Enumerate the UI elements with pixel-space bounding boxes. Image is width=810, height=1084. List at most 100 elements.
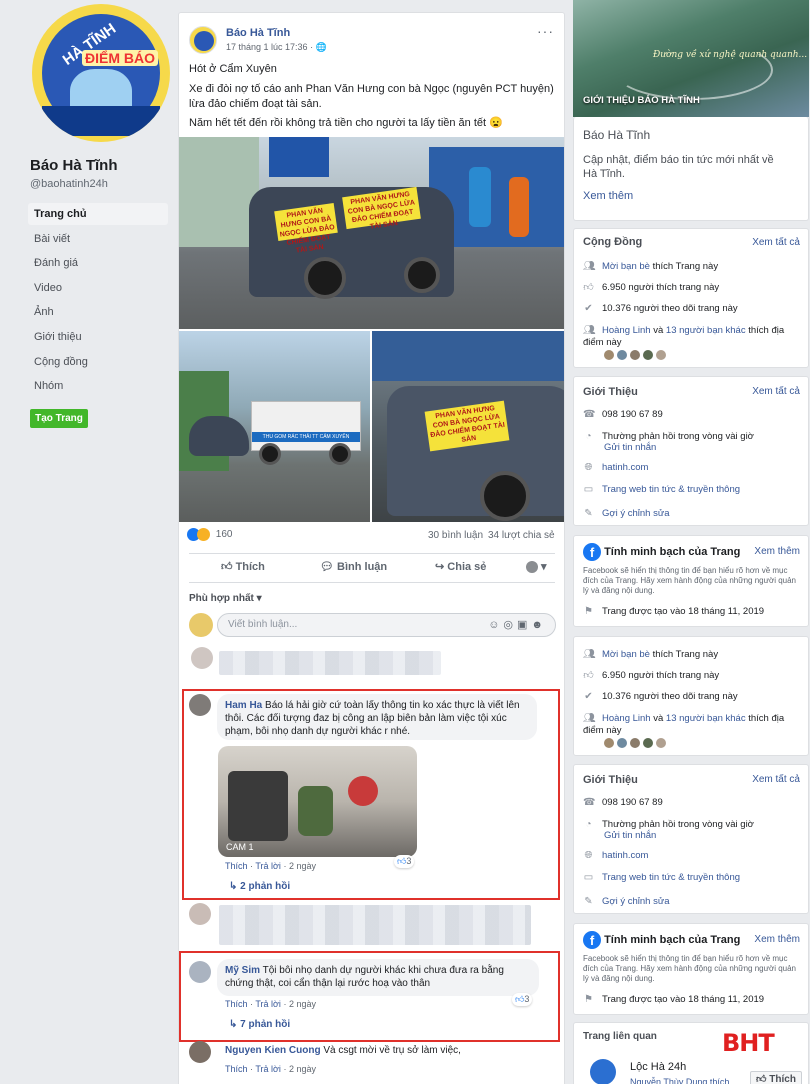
comments-count[interactable]: 30 bình luận xyxy=(428,530,483,541)
share-button[interactable]: ↪ Chia sẻ xyxy=(435,560,486,573)
friend-avatars-2[interactable] xyxy=(604,738,810,752)
haha-reaction-icon[interactable] xyxy=(197,528,210,541)
comment-sort-dropdown[interactable]: Phù hợp nhất ▾ xyxy=(189,593,262,604)
website-link[interactable]: hatinh.com xyxy=(602,462,648,473)
related-page-name[interactable]: Lộc Hà 24h xyxy=(630,1061,750,1073)
comment-input[interactable]: Viết bình luận... ☺◎▣☻ xyxy=(217,613,556,637)
friend-avatars[interactable] xyxy=(604,350,810,364)
related-page-sub[interactable]: Nguyễn Thùy Dung thích xyxy=(630,1076,750,1084)
comment-button[interactable]: 💬︎ Bình luận xyxy=(320,560,387,573)
nav-posts[interactable]: Bài viết xyxy=(28,228,168,250)
send-message-link[interactable]: Gửi tin nhắn xyxy=(604,442,656,453)
other-friends-link[interactable]: 13 người bạn khác xyxy=(666,325,746,336)
nav-home[interactable]: Trang chủ xyxy=(28,203,168,225)
suggest-edits-link-2[interactable]: Gợi ý chỉnh sửa xyxy=(602,896,670,907)
related-like-label: Thích xyxy=(769,1074,796,1084)
cover-video[interactable]: Đường về xứ nghệ quanh quanh... GIỚI THI… xyxy=(573,0,809,117)
view-replies-2[interactable]: ↳ 7 phản hồi xyxy=(229,1019,290,1030)
follow-icon: ✔ xyxy=(584,303,593,314)
send-message-row-2: Gửi tin nhắn xyxy=(604,830,810,842)
comment-like-link-2[interactable]: Thích xyxy=(225,999,248,1009)
comment-likes-2[interactable]: 👍︎3 xyxy=(512,993,533,1006)
post-photo-1[interactable]: PHAN VĂN HƯNG CON BÀ NGỌC LỪA ĐẢO CHIẾM … xyxy=(179,137,564,329)
comment-reply-link-2[interactable]: Trả lời xyxy=(255,999,281,1009)
comment-like-link-1[interactable]: Thích xyxy=(225,861,248,871)
category-link-2[interactable]: Trang web tin tức & truyền thông xyxy=(602,872,740,883)
commenter-avatar-nkc[interactable] xyxy=(189,1041,211,1063)
comment-like-link-3[interactable]: Thích xyxy=(225,1064,248,1074)
comment-attached-image[interactable]: CAM 1 xyxy=(218,746,417,857)
comment-likes-1[interactable]: 👍︎3 xyxy=(394,855,415,868)
shares-count[interactable]: 34 lượt chia sẻ xyxy=(488,530,555,541)
phone-number-2[interactable]: 098 190 67 89 xyxy=(602,797,663,808)
friend-link[interactable]: Hoàng Linh xyxy=(602,325,651,336)
comment-tools-icons[interactable]: ☺◎▣☻ xyxy=(488,614,547,636)
send-message-row: Gửi tin nhắn xyxy=(604,442,810,454)
friends-like-row-2: 👥︎ Hoàng Linh và 13 người bạn khác thích … xyxy=(583,713,801,737)
comment-time-2[interactable]: 2 ngày xyxy=(289,999,316,1009)
intro-see-all-2[interactable]: Xem tất cả xyxy=(752,774,800,785)
intro-title: Giới Thiệu xyxy=(583,386,638,398)
post-photo-2[interactable]: THU GOM RÁC THẢI TT CẨM XUYÊN xyxy=(179,331,370,522)
other-friends-link-2[interactable]: 13 người bạn khác xyxy=(666,713,746,724)
current-user-avatar[interactable] xyxy=(189,613,213,637)
comment-text-2: Tội bôi nhọ danh dự người khác khi chưa … xyxy=(225,965,504,989)
comment-reply-link-3[interactable]: Trả lời xyxy=(255,1064,281,1074)
comment-bubble-1: Ham Ha Báo lá hải giờ cứ toàn lấy thông … xyxy=(217,694,537,740)
about-summary-card: Báo Hà Tĩnh Cập nhật, điểm báo tin tức m… xyxy=(573,117,809,221)
reply-arrow-icon: ↳ xyxy=(229,881,241,892)
nav-videos[interactable]: Video xyxy=(28,277,168,299)
nav-photos[interactable]: Ảnh xyxy=(28,301,168,323)
reaction-count[interactable]: 160 xyxy=(216,529,233,540)
globe-icon-2: 🌐︎ xyxy=(584,462,593,473)
nav-reviews[interactable]: Đánh giá xyxy=(28,252,168,274)
post-author-avatar[interactable] xyxy=(189,26,217,54)
page-logo[interactable]: HÀ TĨNH ĐIỂM BÁO xyxy=(32,4,170,142)
likes-row-2: 👍︎ 6.950 người thích trang này xyxy=(583,670,801,682)
commenter-avatar-ham-ha[interactable] xyxy=(189,694,211,716)
view-replies-1[interactable]: ↳ 2 phản hồi xyxy=(229,881,290,892)
commenter-name-2[interactable]: Mỹ Sim xyxy=(225,965,260,976)
post-text-line-2: Xe đi đòi nợ tố cáo anh Phan Văn Hưng co… xyxy=(189,83,554,110)
post-timestamp[interactable]: 17 tháng 1 lúc 17:36 · 🌐 xyxy=(226,42,327,53)
invite-friends-link[interactable]: Mời bạn bè xyxy=(602,261,650,272)
comment-time-1[interactable]: 2 ngày xyxy=(289,861,316,871)
like-button[interactable]: 👍︎ Thích xyxy=(221,560,265,573)
related-page-avatar[interactable] xyxy=(590,1059,616,1084)
page-handle[interactable]: @baohatinh24h xyxy=(30,178,108,190)
cam-label: CAM 1 xyxy=(226,842,254,852)
post-time-text[interactable]: 17 tháng 1 lúc 17:36 · xyxy=(226,42,316,52)
comment-reply-link-1[interactable]: Trả lời xyxy=(255,861,281,871)
created-text: Trang được tạo vào 18 tháng 11, 2019 xyxy=(602,606,765,618)
likes-text: 6.950 người thích trang này xyxy=(602,282,720,294)
post-photo-3[interactable]: PHAN VĂN HƯNG CON BÀ NGỌC LỪA ĐẢO CHIẾM … xyxy=(372,331,564,522)
transparency-see-more[interactable]: Xem thêm xyxy=(754,546,800,557)
transparency-see-more-2[interactable]: Xem thêm xyxy=(754,934,800,945)
commenter-name-3[interactable]: Nguyen Kien Cuong xyxy=(225,1045,321,1056)
suggest-edits-link[interactable]: Gợi ý chỉnh sửa xyxy=(602,508,670,519)
about-see-more-link[interactable]: Xem thêm xyxy=(583,190,801,202)
post-author-name[interactable]: Báo Hà Tĩnh xyxy=(226,27,290,39)
post-options-icon[interactable]: ··· xyxy=(537,23,554,39)
related-like-button[interactable]: 👍︎ Thích xyxy=(750,1071,802,1084)
phone-icon-2: ☎ xyxy=(583,797,596,808)
commenter-name-1[interactable]: Ham Ha xyxy=(225,700,262,711)
intro-see-all[interactable]: Xem tất cả xyxy=(752,386,800,397)
friend-link-2[interactable]: Hoàng Linh xyxy=(602,713,651,724)
nav-community[interactable]: Cộng đồng xyxy=(28,351,168,373)
invite-friends-link-2[interactable]: Mời bạn bè xyxy=(602,649,650,660)
nav-about[interactable]: Giới thiệu xyxy=(28,326,168,348)
website-link-2[interactable]: hatinh.com xyxy=(602,850,648,861)
create-page-button[interactable]: Tạo Trang xyxy=(30,409,88,428)
phone-number[interactable]: 098 190 67 89 xyxy=(602,409,663,420)
replies-label-2: 7 phản hồi xyxy=(240,1019,291,1030)
category-link[interactable]: Trang web tin tức & truyền thông xyxy=(602,484,740,495)
audience-selector[interactable]: ▾ xyxy=(526,560,547,574)
page-name[interactable]: Báo Hà Tĩnh xyxy=(30,157,118,174)
nav-groups[interactable]: Nhóm xyxy=(28,375,168,397)
commenter-avatar-my-sim[interactable] xyxy=(189,961,211,983)
comment-time-3[interactable]: 2 ngày xyxy=(289,1064,316,1074)
post-text-line-3: Năm hết tết đến rồi không trả tiền cho n… xyxy=(189,117,503,129)
community-see-all[interactable]: Xem tất cả xyxy=(752,237,800,248)
send-message-link-2[interactable]: Gửi tin nhắn xyxy=(604,830,656,841)
